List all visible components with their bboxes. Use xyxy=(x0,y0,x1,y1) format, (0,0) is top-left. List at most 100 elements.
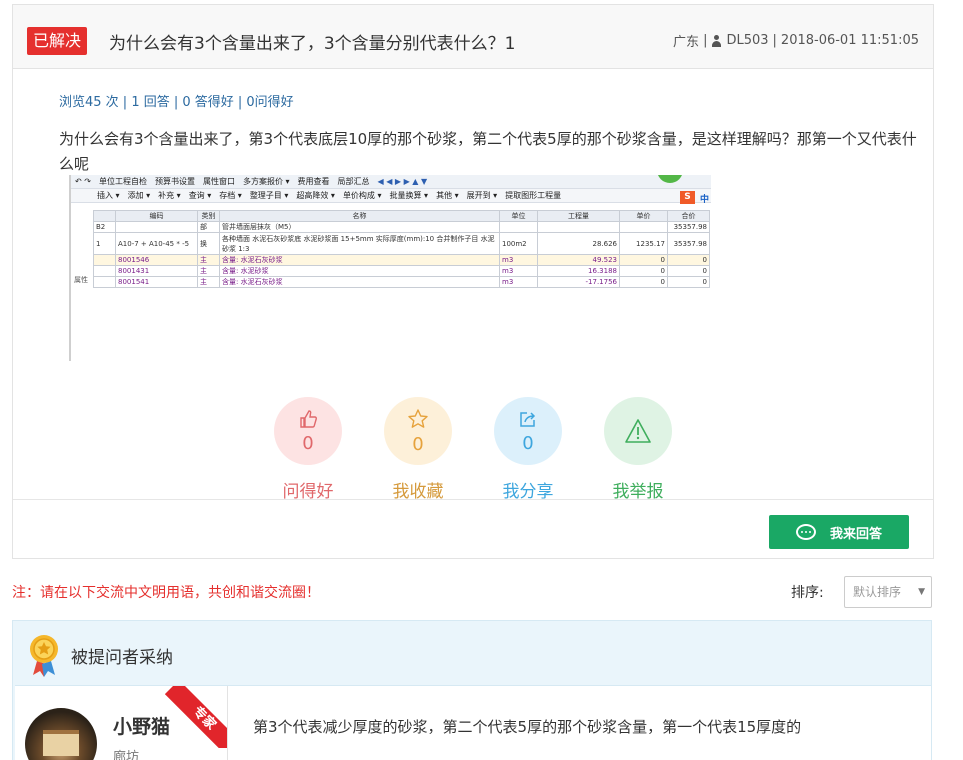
table-cell: 8001431 xyxy=(115,265,198,277)
meta-separator: | xyxy=(772,33,777,48)
toolbar2-item-6: 超高降效 ▾ xyxy=(296,191,335,200)
table-cell xyxy=(115,221,198,233)
table-cell xyxy=(619,221,668,233)
good-question-count: 0 xyxy=(302,432,314,454)
toolbar2-item-0: 插入 ▾ xyxy=(97,191,120,200)
toolbar2-item-10: 展开到 ▾ xyxy=(466,191,498,200)
table-cell: 0 xyxy=(667,265,710,277)
screenshot-toolbar-2: 插入 ▾ 添加 ▾ 补充 ▾ 查询 ▾ 存档 ▾ 整理子目 ▾ 超高降效 ▾ 单… xyxy=(71,189,711,203)
table-cell xyxy=(93,276,116,288)
table-cell: 28.626 xyxy=(537,232,620,255)
table-cell: 35357.98 xyxy=(667,232,710,255)
table-cell: 含量: 水泥石灰砂浆 xyxy=(219,276,500,288)
toolbar1-item-4: 费用查看 xyxy=(297,177,330,186)
table-cell: m3 xyxy=(499,254,538,266)
table-cell: 1 xyxy=(93,232,116,255)
meta-separator: | xyxy=(703,33,708,48)
table-cell: 0 xyxy=(619,265,668,277)
answer-text: 第3个代表减少厚度的砂浆，第二个代表5厚的那个砂浆含量，第一个代表15厚度的 xyxy=(253,718,802,736)
toolbar1-item-2: 属性窗口 xyxy=(202,177,235,186)
table-row[interactable]: B2 部 管井墙面层抹灰（M5） 35357.98 xyxy=(93,221,710,233)
table-cell: 0 xyxy=(667,276,710,288)
accepted-answer-title: 被提问者采纳 xyxy=(71,648,173,668)
avatar[interactable] xyxy=(25,708,97,760)
share-circle[interactable]: 0 xyxy=(494,397,562,465)
expert-badge: 专家 xyxy=(165,686,227,748)
table-cell: 100m2 xyxy=(499,232,538,255)
answer-button[interactable]: 我来回答 xyxy=(769,515,909,549)
table-cell: 35357.98 xyxy=(667,221,710,233)
undo-icon: ↶ ↷ xyxy=(75,177,91,186)
answerer-name[interactable]: 小野猫 xyxy=(113,712,170,739)
toolbar1-item-1: 预算书设置 xyxy=(154,177,195,186)
table-row[interactable]: 8001546 主 含量: 水泥石灰砂浆 m3 49.523 0 0 xyxy=(93,254,710,266)
sogou-logo: S xyxy=(680,191,695,204)
table-cell: m3 xyxy=(499,276,538,288)
table-cell: 管井墙面层抹灰（M5） xyxy=(219,221,500,233)
toolbar2-item-9: 其他 ▾ xyxy=(436,191,459,200)
page: 已解决 为什么会有3个含量出来了，3个含量分别代表什么？1 广东 | DL503… xyxy=(0,0,963,760)
table-cell xyxy=(93,254,116,266)
divider xyxy=(227,686,228,760)
share-icon xyxy=(520,411,536,427)
share-action[interactable]: 0 我分享 xyxy=(494,397,562,502)
table-cell: 0 xyxy=(667,254,710,266)
table-cell: 49.523 xyxy=(537,254,620,266)
question-title: 为什么会有3个含量出来了，3个含量分别代表什么？1 xyxy=(109,34,516,54)
toolbar1-item-5: 局部汇总 xyxy=(337,177,370,186)
accepted-answer-body: 小野猫 廊坊 专家 第3个代表减少厚度的砂浆，第二个代表5厚的那个砂浆含量，第一… xyxy=(15,685,931,760)
table-cell: 主 xyxy=(197,265,220,277)
table-cell: 含量: 水泥石灰砂浆 xyxy=(219,254,500,266)
divider xyxy=(13,499,933,500)
attached-screenshot[interactable]: ↶ ↷ 单位工程自检 预算书设置 属性窗口 多方案报价 ▾ 费用查看 局部汇总 … xyxy=(69,175,711,361)
warning-icon xyxy=(625,419,651,443)
nav-arrows-icon: ◀ ◀ ▶ ▶ ▲ ▼ xyxy=(377,177,428,186)
share-count: 0 xyxy=(522,432,534,454)
sort-label: 排序: xyxy=(791,585,824,601)
table-cell: 8001546 xyxy=(115,254,198,266)
accepted-answer-header: 被提问者采纳 xyxy=(13,621,931,685)
sogou-logo-text: 中 xyxy=(699,195,709,205)
table-cell xyxy=(499,221,538,233)
toolbar2-item-7: 单价构成 ▾ xyxy=(342,191,382,200)
table-cell: A10-7 + A10-45 * -5 xyxy=(115,232,198,255)
table-cell: 换 xyxy=(197,232,220,255)
answerer-location: 廊坊 xyxy=(113,750,140,760)
favorite-circle[interactable]: 0 xyxy=(384,397,452,465)
question-author[interactable]: DL503 xyxy=(726,33,768,48)
table-cell: 各种墙面 水泥石灰砂浆底 水泥砂浆面 15+5mm 实际厚度(mm):10 合并… xyxy=(219,232,500,255)
chat-icon xyxy=(795,524,816,540)
table-header-cell: 名称 xyxy=(219,210,500,222)
table-cell: 0 xyxy=(619,254,668,266)
question-header: 已解决 为什么会有3个含量出来了，3个含量分别代表什么？1 广东 | DL503… xyxy=(13,5,933,69)
table-cell: 1235.17 xyxy=(619,232,668,255)
table-cell xyxy=(93,265,116,277)
good-question-circle[interactable]: 0 xyxy=(274,397,342,465)
table-header-cell: 单价 xyxy=(619,210,668,222)
question-body: 为什么会有3个含量出来了，第3个代表底层10厚的那个砂浆，第二个代表5厚的那个砂… xyxy=(59,130,917,173)
answer-button-label: 我来回答 xyxy=(829,526,882,542)
good-question-action[interactable]: 0 问得好 xyxy=(274,397,342,502)
user-icon xyxy=(711,34,722,47)
report-circle[interactable] xyxy=(604,397,672,465)
table-cell: 含量: 水泥砂浆 xyxy=(219,265,500,277)
table-row[interactable]: 8001541 主 含量: 水泥石灰砂浆 m3 -17.1756 0 0 xyxy=(93,276,710,288)
favorite-action[interactable]: 0 我收藏 xyxy=(384,397,452,502)
report-action[interactable]: 我举报 xyxy=(604,397,672,502)
medal-icon xyxy=(30,635,58,677)
table-row[interactable]: 8001431 主 含量: 水泥砂浆 m3 16.3188 0 0 xyxy=(93,265,710,277)
table-cell: 8001541 xyxy=(115,276,198,288)
table-cell: m3 xyxy=(499,265,538,277)
accepted-answer-panel: 被提问者采纳 小野猫 廊坊 专家 第3个代表减少厚度的砂浆，第二个代表5厚的那个… xyxy=(12,620,932,760)
toolbar1-item-3: 多方案报价 ▾ xyxy=(242,177,290,186)
question-stats: 浏览45 次 | 1 回答 | 0 答得好 | 0问得好 xyxy=(59,95,294,110)
star-icon xyxy=(408,408,428,428)
table-cell: 部 xyxy=(197,221,220,233)
table-cell xyxy=(537,221,620,233)
toolbar2-item-8: 批量换算 ▾ xyxy=(389,191,429,200)
sort-select[interactable]: 默认排序 ▼ xyxy=(844,576,932,608)
table-header: 编码 类别 名称 单位 工程量 单价 合价 xyxy=(93,210,710,222)
toolbar2-item-3: 查询 ▾ xyxy=(188,191,212,200)
table-row[interactable]: 1 A10-7 + A10-45 * -5 换 各种墙面 水泥石灰砂浆底 水泥砂… xyxy=(93,232,710,255)
table-cell: B2 xyxy=(93,221,116,233)
